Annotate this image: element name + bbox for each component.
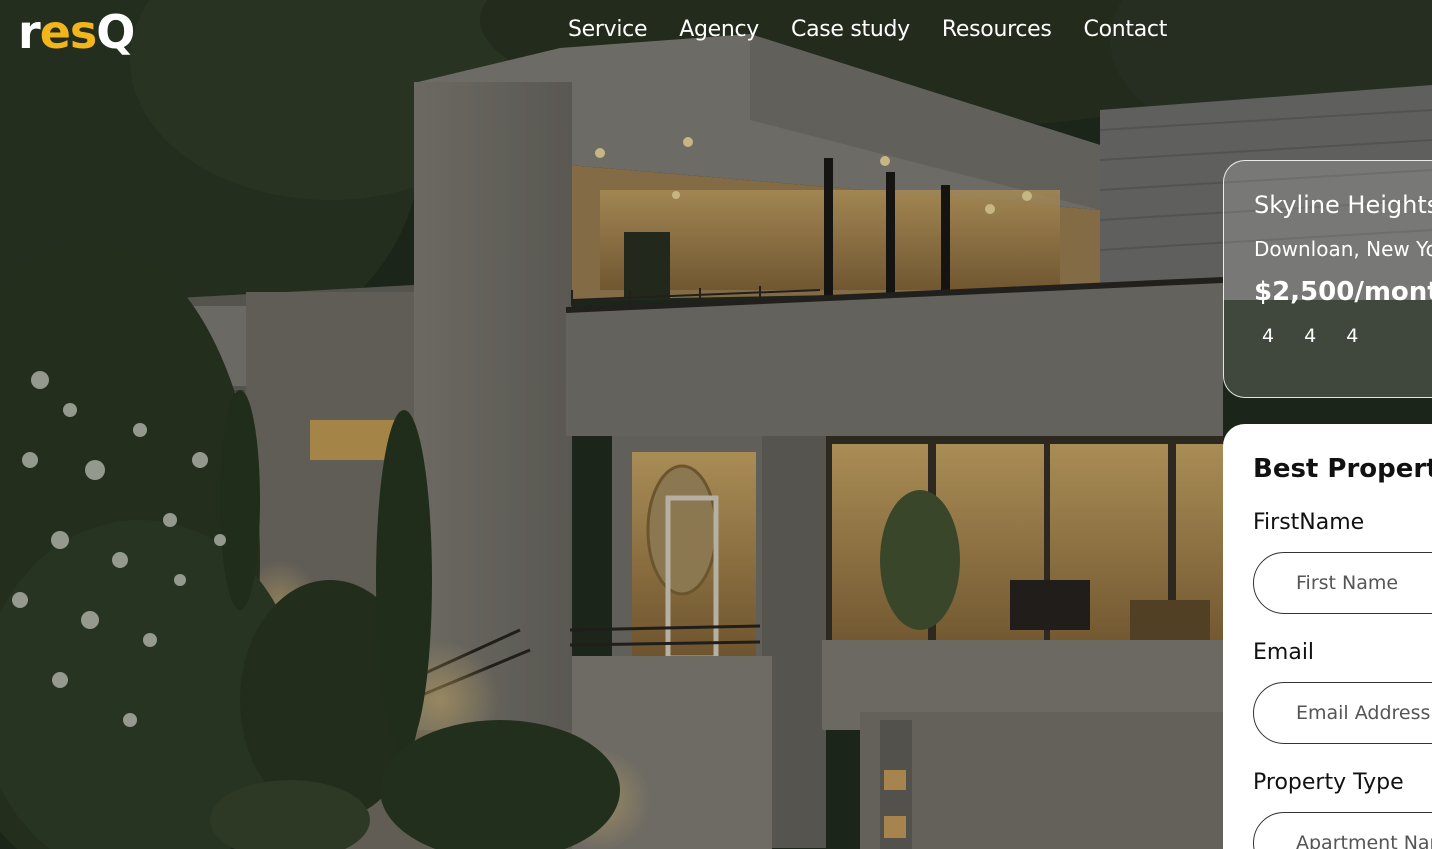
form-title: Best Property	[1253, 454, 1432, 484]
main-nav: Service Agency Case study Resources Cont…	[568, 14, 1167, 46]
logo-letters-es: es	[39, 5, 98, 59]
logo-letter-r: r	[18, 5, 41, 59]
property-stat-bedrooms: 4	[1262, 325, 1275, 347]
property-stat-rooms: 4	[1346, 325, 1359, 347]
logo-letter-q: Q	[96, 5, 135, 59]
nav-link-agency[interactable]: Agency	[679, 14, 759, 46]
property-stat-bathrooms: 4	[1304, 325, 1317, 347]
first-name-input[interactable]	[1253, 552, 1432, 614]
property-type-label: Property Type	[1253, 770, 1404, 795]
property-location: Downloan, New York	[1254, 237, 1432, 261]
email-label: Email	[1253, 640, 1315, 665]
hero-section: resQ Service Agency Case study Resources…	[0, 0, 1432, 849]
property-card[interactable]: Skyline Heights Downloan, New York $2,50…	[1223, 160, 1432, 398]
site-logo[interactable]: resQ	[18, 2, 135, 62]
property-price: $2,500/month	[1254, 277, 1432, 307]
nav-link-resources[interactable]: Resources	[942, 14, 1052, 46]
property-stats: 4 4 4	[1262, 325, 1358, 347]
nav-link-contact[interactable]: Contact	[1084, 14, 1168, 46]
property-type-input[interactable]	[1253, 812, 1432, 849]
property-search-form: Best Property FirstName Email Property T…	[1223, 424, 1432, 849]
nav-link-service[interactable]: Service	[568, 14, 648, 46]
property-name: Skyline Heights	[1254, 191, 1432, 219]
first-name-label: FirstName	[1253, 510, 1365, 535]
email-input[interactable]	[1253, 682, 1432, 744]
hero-background-image	[0, 0, 1432, 849]
nav-link-case-study[interactable]: Case study	[791, 14, 910, 46]
